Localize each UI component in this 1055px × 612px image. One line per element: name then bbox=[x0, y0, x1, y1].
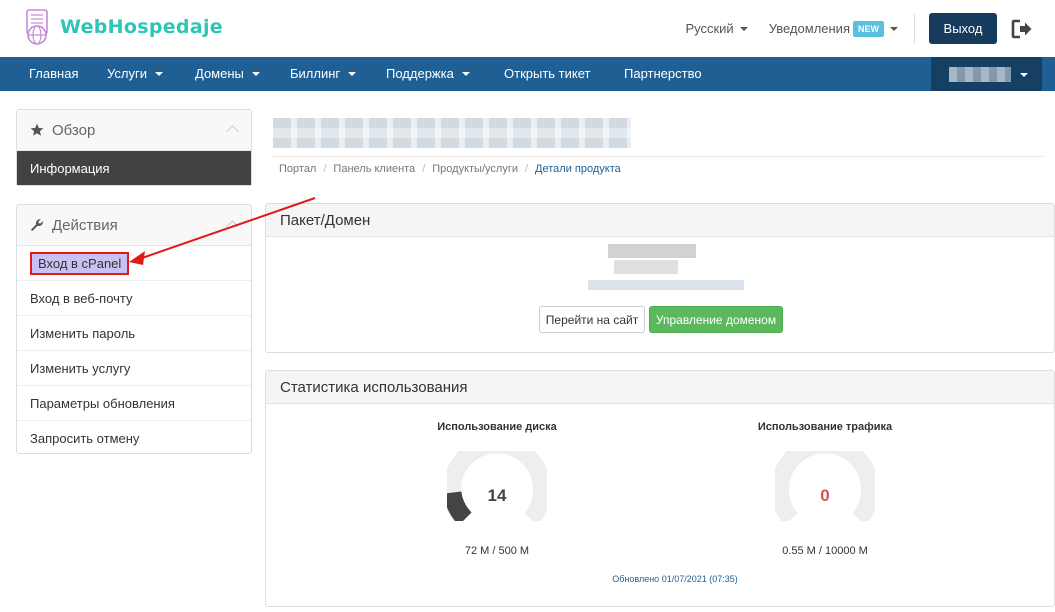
top-header: WebHospedaje Русский Уведомления NEW Вых… bbox=[0, 0, 1055, 57]
chevron-up-icon[interactable] bbox=[226, 125, 239, 138]
caret-down-icon bbox=[1020, 73, 1028, 77]
language-label: Русский bbox=[685, 21, 734, 36]
breadcrumb: Портал / Панель клиента / Продукты/услуги /… bbox=[279, 163, 621, 175]
bandwidth-usage-label: Использование трафика bbox=[757, 421, 893, 433]
building-globe-icon bbox=[22, 8, 52, 46]
account-dropdown[interactable] bbox=[931, 57, 1042, 91]
actions-title: Действия bbox=[52, 216, 118, 234]
logo[interactable]: WebHospedaje bbox=[22, 8, 223, 46]
caret-down-icon bbox=[890, 26, 898, 31]
caret-down-icon bbox=[461, 72, 470, 76]
overview-panel-header[interactable]: Обзор bbox=[17, 110, 251, 151]
wrench-icon bbox=[31, 219, 43, 231]
actions-panel-header[interactable]: Действия bbox=[17, 205, 251, 246]
sign-out-icon[interactable] bbox=[1011, 19, 1033, 39]
breadcrumb-client-area[interactable]: Панель клиента bbox=[333, 163, 415, 175]
breadcrumb-products[interactable]: Продукты/услуги bbox=[432, 163, 518, 175]
language-dropdown[interactable]: Русский bbox=[685, 21, 748, 36]
usage-stats-title: Статистика использования bbox=[266, 371, 1054, 404]
caret-down-icon bbox=[739, 26, 748, 31]
sidebar-item-upgrade-options[interactable]: Параметры обновления bbox=[17, 386, 251, 421]
visit-website-button[interactable]: Перейти на сайт bbox=[539, 306, 645, 333]
nav-billing[interactable]: Биллинг bbox=[290, 57, 357, 91]
breadcrumb-portal[interactable]: Портал bbox=[279, 163, 316, 175]
brand-name: WebHospedaje bbox=[60, 16, 223, 38]
nav-label: Домены bbox=[195, 66, 244, 81]
caret-down-icon bbox=[251, 72, 260, 76]
sidebar-item-webmail-login[interactable]: Вход в веб-почту bbox=[17, 281, 251, 316]
package-domain-card: Пакет/Домен Перейти на сайт Управление д… bbox=[265, 203, 1055, 353]
sidebar-item-change-service[interactable]: Изменить услугу bbox=[17, 351, 251, 386]
notifications-label: Уведомления bbox=[768, 21, 850, 36]
nav-label: Биллинг bbox=[290, 66, 341, 81]
bandwidth-usage-value: 0 bbox=[820, 486, 830, 505]
redacted-account-name bbox=[949, 67, 1011, 82]
disk-usage-value: 14 bbox=[487, 486, 507, 505]
nav-services[interactable]: Услуги bbox=[107, 57, 163, 91]
disk-usage-amount: 72 M / 500 M bbox=[464, 545, 530, 557]
overview-panel: Обзор Информация bbox=[16, 109, 252, 186]
divider bbox=[914, 13, 915, 44]
sidebar-item-cpanel-login[interactable]: Вход в cPanel bbox=[17, 246, 251, 281]
nav-label: Открыть тикет bbox=[504, 66, 591, 81]
caret-down-icon bbox=[348, 72, 357, 76]
overview-title: Обзор bbox=[52, 121, 96, 139]
nav-label: Партнерство bbox=[624, 66, 702, 81]
sidebar-item-request-cancellation[interactable]: Запросить отмену bbox=[17, 421, 251, 456]
nav-label: Главная bbox=[29, 66, 79, 81]
nav-label: Поддержка bbox=[386, 66, 454, 81]
sidebar-item-information[interactable]: Информация bbox=[17, 151, 251, 185]
nav-open-ticket[interactable]: Открыть тикет bbox=[504, 57, 590, 91]
nav-domains[interactable]: Домены bbox=[195, 57, 260, 91]
star-icon bbox=[30, 123, 44, 136]
divider bbox=[273, 156, 1043, 157]
actions-panel: Действия Вход в cPanel Вход в веб-почту … bbox=[16, 204, 252, 454]
nav-label: Услуги bbox=[107, 66, 147, 81]
manage-domain-button[interactable]: Управление доменом bbox=[649, 306, 783, 333]
usage-stats-card: Статистика использования Использование д… bbox=[265, 370, 1055, 607]
breadcrumb-active: Детали продукта bbox=[535, 163, 621, 175]
package-domain-title: Пакет/Домен bbox=[266, 204, 1054, 237]
bandwidth-usage-amount: 0.55 M / 10000 M bbox=[782, 545, 868, 557]
chevron-up-icon[interactable] bbox=[226, 220, 239, 233]
sidebar-item-change-password[interactable]: Изменить пароль bbox=[17, 316, 251, 351]
nav-support[interactable]: Поддержка bbox=[386, 57, 470, 91]
redacted-page-title bbox=[273, 118, 631, 148]
main-navbar: Главная Услуги Домены Биллинг Поддержка … bbox=[0, 57, 1055, 91]
last-updated-text: Обновлено 01/07/2021 (07:35) bbox=[612, 574, 738, 584]
logout-button[interactable]: Выход bbox=[929, 13, 997, 44]
caret-down-icon bbox=[154, 72, 163, 76]
nav-home[interactable]: Главная bbox=[29, 57, 78, 91]
cpanel-login-link[interactable]: Вход в cPanel bbox=[30, 251, 130, 275]
new-badge: NEW bbox=[853, 20, 884, 37]
disk-usage-label: Использование диска bbox=[437, 421, 557, 433]
redacted-domain-info bbox=[568, 244, 744, 292]
notifications-dropdown[interactable]: Уведомления NEW bbox=[768, 20, 898, 37]
nav-affiliates[interactable]: Партнерство bbox=[624, 57, 702, 91]
